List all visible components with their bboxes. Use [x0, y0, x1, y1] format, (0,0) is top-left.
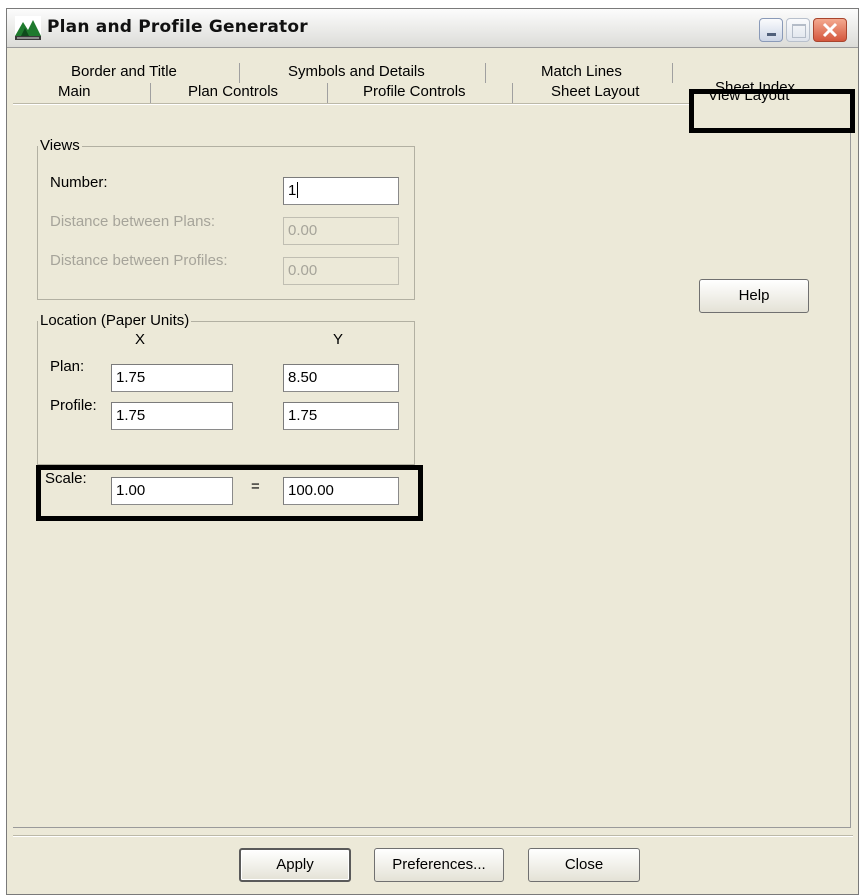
tab-profile-controls[interactable]: Profile Controls	[363, 83, 466, 100]
plan-y-field[interactable]: 8.50	[283, 364, 399, 392]
tab-main[interactable]: Main	[58, 83, 91, 100]
plan-label: Plan:	[50, 358, 85, 375]
number-field[interactable]: 1	[283, 177, 399, 205]
tab-border-and-title[interactable]: Border and Title	[71, 63, 177, 80]
apply-button[interactable]: Apply	[239, 848, 351, 882]
location-legend: Location (Paper Units)	[38, 312, 192, 329]
tab-match-lines[interactable]: Match Lines	[541, 63, 622, 80]
views-legend: Views	[38, 137, 82, 154]
tab-separator	[327, 83, 328, 103]
scale-right-field[interactable]: 100.00	[283, 477, 399, 505]
title-bar[interactable]: Plan and Profile Generator	[7, 9, 858, 48]
preferences-button[interactable]: Preferences...	[374, 848, 504, 882]
tab-symbols-and-details[interactable]: Symbols and Details	[288, 63, 425, 80]
help-button[interactable]: Help	[699, 279, 809, 313]
profile-x-field[interactable]: 1.75	[111, 402, 233, 430]
plan-profile-generator-dialog: Plan and Profile Generator Border and Ti…	[6, 8, 859, 895]
profile-label: Profile:	[50, 397, 97, 414]
close-icon	[822, 22, 838, 38]
tab-separator	[512, 83, 513, 103]
close-window-button[interactable]	[813, 18, 847, 42]
number-label: Number:	[50, 174, 108, 191]
scale-equals-sign: =	[251, 478, 260, 495]
profile-y-field[interactable]: 1.75	[283, 402, 399, 430]
distance-between-profiles-label: Distance between Profiles:	[50, 252, 228, 269]
minimize-button[interactable]	[759, 18, 783, 42]
plan-profile-app-icon	[15, 16, 41, 40]
tab-sheet-layout[interactable]: Sheet Layout	[551, 83, 639, 100]
distance-between-plans-label: Distance between Plans:	[50, 213, 216, 230]
close-button[interactable]: Close	[528, 848, 640, 882]
scale-left-field[interactable]: 1.00	[111, 477, 233, 505]
distance-between-plans-field[interactable]: 0.00	[283, 217, 399, 245]
tab-plan-controls[interactable]: Plan Controls	[188, 83, 278, 100]
scale-label: Scale:	[45, 470, 87, 487]
tab-separator	[672, 63, 673, 83]
y-column-header: Y	[333, 331, 344, 348]
tab-view-layout-highlight[interactable]: View Layout	[689, 87, 855, 133]
plan-x-field[interactable]: 1.75	[111, 364, 233, 392]
location-group: Location (Paper Units)	[37, 312, 415, 465]
distance-between-profiles-field[interactable]: 0.00	[283, 257, 399, 285]
tab-separator	[150, 83, 151, 103]
text-caret	[297, 182, 299, 198]
number-value: 1	[288, 182, 297, 199]
maximize-button[interactable]	[786, 18, 810, 42]
button-bar-divider	[13, 835, 853, 837]
x-column-header: X	[135, 331, 146, 348]
tab-separator	[239, 63, 240, 83]
tab-separator	[485, 63, 486, 83]
tab-view-layout[interactable]: View Layout	[708, 87, 789, 104]
window-title: Plan and Profile Generator	[47, 17, 308, 37]
